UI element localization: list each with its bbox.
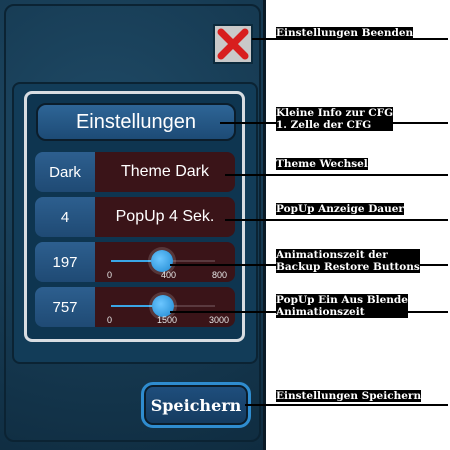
annotation-save: Einstellungen Speichern (276, 390, 422, 402)
popup-slider-min: 0 (107, 315, 113, 325)
popup-duration-lead: 4 (35, 197, 95, 237)
popup-duration-value: PopUp 4 Sek. (95, 197, 235, 237)
annotation-popup-anim: PopUp Ein Aus Blende Animationszeit (276, 294, 408, 318)
annotation-area (266, 0, 450, 450)
popup-duration-row[interactable]: 4 PopUp 4 Sek. (35, 197, 235, 237)
close-icon (217, 28, 249, 60)
popup-slider-mid: 1500 (157, 315, 178, 325)
backup-slider-knob[interactable] (150, 250, 173, 272)
backup-animation-row: 197 0 400 800 (35, 242, 235, 282)
settings-title-button[interactable]: Einstellungen (36, 103, 236, 141)
backup-slider-min: 0 (107, 270, 113, 280)
annotation-line-theme (225, 174, 448, 176)
annotation-line-save (245, 404, 448, 406)
popup-slider-max: 3000 (208, 315, 229, 325)
popup-animation-row: 757 0 1500 3000 (35, 287, 235, 327)
close-button[interactable] (213, 24, 253, 64)
popup-slider-track[interactable] (111, 295, 215, 317)
annotation-backup: Animationszeit der Backup Restore Button… (276, 249, 420, 273)
annotation-close: Einstellungen Beenden (276, 27, 414, 39)
theme-lead: Dark (35, 152, 95, 192)
popup-animation-value: 757 (35, 287, 95, 327)
popup-animation-slider-area: 0 1500 3000 (95, 287, 235, 327)
popup-slider-knob[interactable] (152, 295, 174, 317)
save-button[interactable]: Speichern (141, 382, 251, 428)
backup-slider-track[interactable] (111, 250, 215, 272)
annotation-info: Kleine Info zur CFG 1. Zelle der CFG (276, 107, 394, 131)
annotation-popup: PopUp Anzeige Dauer (276, 203, 404, 215)
theme-row[interactable]: Dark Theme Dark (35, 152, 235, 192)
annotation-theme: Theme Wechsel (276, 158, 368, 170)
backup-animation-value: 197 (35, 242, 95, 282)
backup-slider-max: 800 (211, 270, 227, 280)
theme-value: Theme Dark (95, 152, 235, 192)
annotation-line-popup (225, 219, 448, 221)
backup-slider-mid: 400 (161, 270, 177, 280)
backup-animation-slider-area: 0 400 800 (95, 242, 235, 282)
